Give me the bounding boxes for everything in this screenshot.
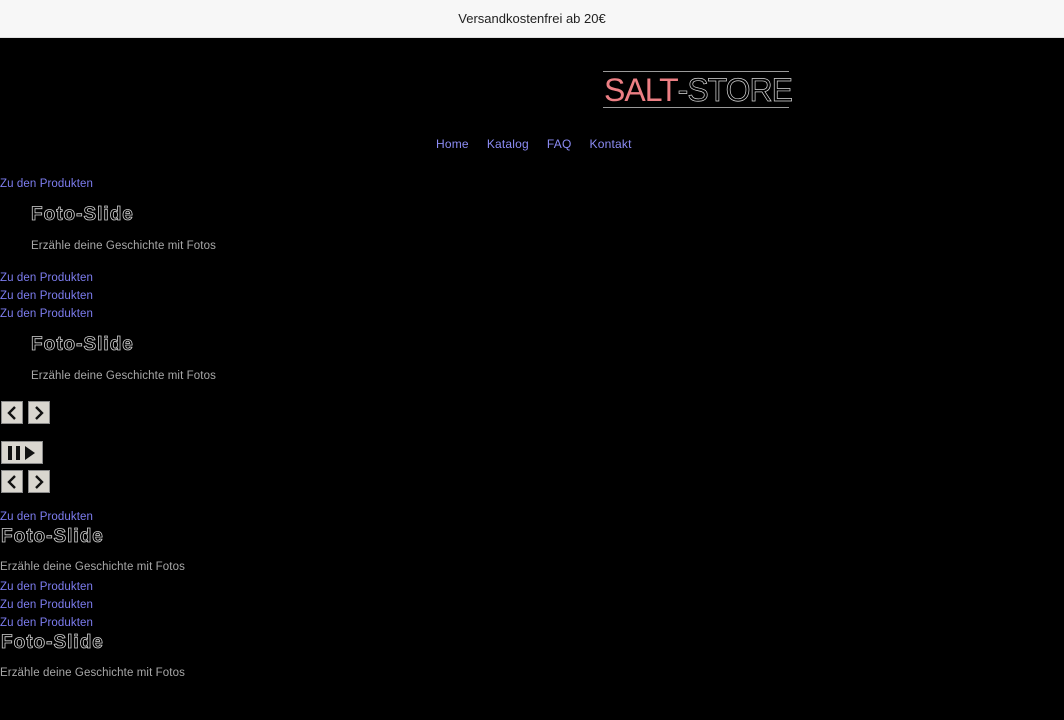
logo-store: -STORE — [677, 71, 793, 108]
slide-title: Foto-Slide — [1, 526, 104, 548]
products-link[interactable]: Zu den Produkten — [0, 175, 93, 193]
products-link[interactable]: Zu den Produkten — [0, 305, 93, 323]
products-link[interactable]: Zu den Produkten — [0, 596, 93, 614]
site-logo[interactable]: SALT -STORE — [603, 71, 793, 108]
nav-home[interactable]: Home — [436, 137, 469, 151]
chevron-right-icon — [33, 405, 45, 420]
slideshow-2-autoplay — [1, 441, 48, 464]
slide-description: Erzähle deine Geschichte mit Fotos — [31, 370, 216, 382]
slide-title: Foto-Slide — [1, 632, 104, 654]
slide-description: Erzähle deine Geschichte mit Fotos — [0, 561, 185, 573]
next-slide-button[interactable] — [28, 401, 50, 424]
main-nav: Home Katalog FAQ Kontakt — [436, 137, 650, 151]
chevron-left-icon — [6, 405, 18, 420]
pause-play-icon — [6, 445, 38, 461]
pause-play-button[interactable] — [1, 441, 43, 464]
products-link[interactable]: Zu den Produkten — [0, 578, 93, 596]
nav-katalog[interactable]: Katalog — [487, 137, 529, 151]
next-slide-button[interactable] — [28, 470, 50, 493]
announcement-bar: Versandkostenfrei ab 20€ — [0, 0, 1064, 38]
chevron-right-icon — [33, 474, 45, 489]
products-link[interactable]: Zu den Produkten — [0, 508, 93, 526]
products-link[interactable]: Zu den Produkten — [0, 614, 93, 632]
prev-slide-button[interactable] — [1, 401, 23, 424]
slide-description: Erzähle deine Geschichte mit Fotos — [31, 240, 216, 252]
products-link[interactable]: Zu den Produkten — [0, 287, 93, 305]
chevron-left-icon — [6, 474, 18, 489]
announcement-text: Versandkostenfrei ab 20€ — [458, 11, 606, 26]
site-header: SALT -STORE Home Katalog FAQ Kontakt — [0, 38, 1064, 168]
products-link[interactable]: Zu den Produkten — [0, 269, 93, 287]
slide-description: Erzähle deine Geschichte mit Fotos — [0, 667, 185, 679]
nav-faq[interactable]: FAQ — [547, 137, 572, 151]
slide-title: Foto-Slide — [31, 204, 134, 226]
logo-salt: SALT — [604, 71, 679, 108]
nav-kontakt[interactable]: Kontakt — [590, 137, 632, 151]
slideshow-1-controls — [1, 401, 55, 424]
prev-slide-button[interactable] — [1, 470, 23, 493]
slideshow-2-controls — [1, 470, 55, 493]
slide-title: Foto-Slide — [31, 334, 134, 356]
